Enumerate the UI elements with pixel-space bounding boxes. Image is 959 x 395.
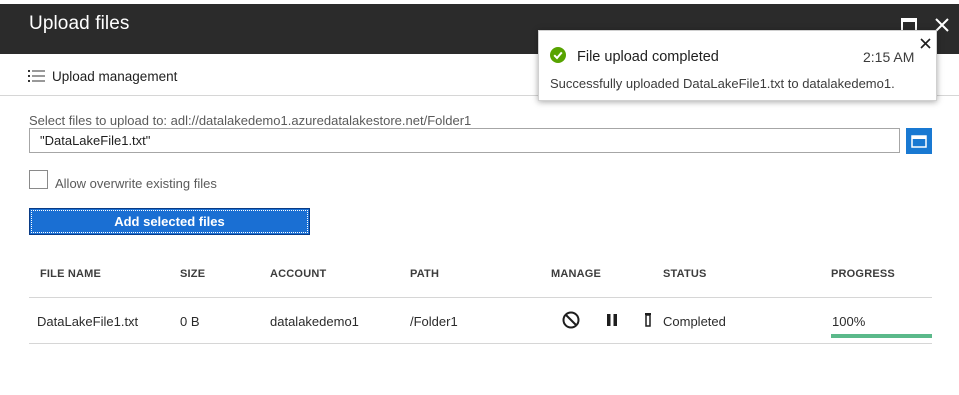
cell-progress-text: 100%: [832, 314, 866, 329]
notification-title: File upload completed: [577, 49, 719, 65]
delete-upload-button[interactable]: [638, 310, 658, 330]
pause-icon: [607, 314, 617, 326]
pause-upload-button[interactable]: [602, 310, 622, 330]
upload-management-button[interactable]: Upload management: [28, 67, 177, 85]
header-divider: [29, 297, 932, 298]
cell-path: /Folder1: [410, 314, 458, 329]
close-icon: [919, 37, 931, 49]
close-icon: [935, 18, 949, 32]
notification-time: 2:15 AM: [863, 49, 915, 65]
allow-overwrite-label: Allow overwrite existing files: [55, 176, 217, 191]
row-divider: [29, 343, 932, 344]
folder-icon: [911, 134, 927, 148]
success-check-icon: [550, 47, 566, 63]
cell-status: Completed: [663, 314, 726, 329]
cancel-icon: [562, 311, 580, 329]
column-header-status: STATUS: [663, 268, 707, 280]
column-header-manage: MANAGE: [551, 268, 602, 280]
column-header-file-name: FILE NAME: [40, 268, 102, 280]
notification-close-button[interactable]: [918, 36, 932, 50]
cancel-upload-button[interactable]: [561, 310, 581, 330]
progress-bar: [831, 334, 932, 338]
file-path-input[interactable]: [29, 128, 900, 153]
cell-file-name: DataLakeFile1.txt: [37, 314, 139, 329]
column-header-size: SIZE: [180, 268, 206, 280]
list-icon: [28, 70, 45, 82]
browse-button[interactable]: [906, 128, 932, 154]
cell-size: 0 B: [180, 314, 200, 329]
allow-overwrite-checkbox[interactable]: [29, 170, 48, 189]
select-files-label: Select files to upload to: adl://datalak…: [29, 113, 472, 128]
column-header-account: ACCOUNT: [270, 268, 327, 280]
cell-account: datalakedemo1: [270, 314, 359, 329]
column-header-progress: PROGRESS: [831, 268, 895, 280]
notification-message: Successfully uploaded DataLakeFile1.txt …: [550, 76, 895, 91]
delete-icon: [645, 313, 651, 327]
progress-bar-fill: [831, 334, 932, 338]
add-selected-files-button[interactable]: Add selected files: [29, 208, 310, 235]
window-title: Upload files: [29, 13, 130, 34]
column-header-path: PATH: [410, 268, 440, 280]
upload-management-label: Upload management: [52, 68, 178, 84]
notification-toast[interactable]: File upload completed 2:15 AM Successful…: [538, 30, 937, 101]
